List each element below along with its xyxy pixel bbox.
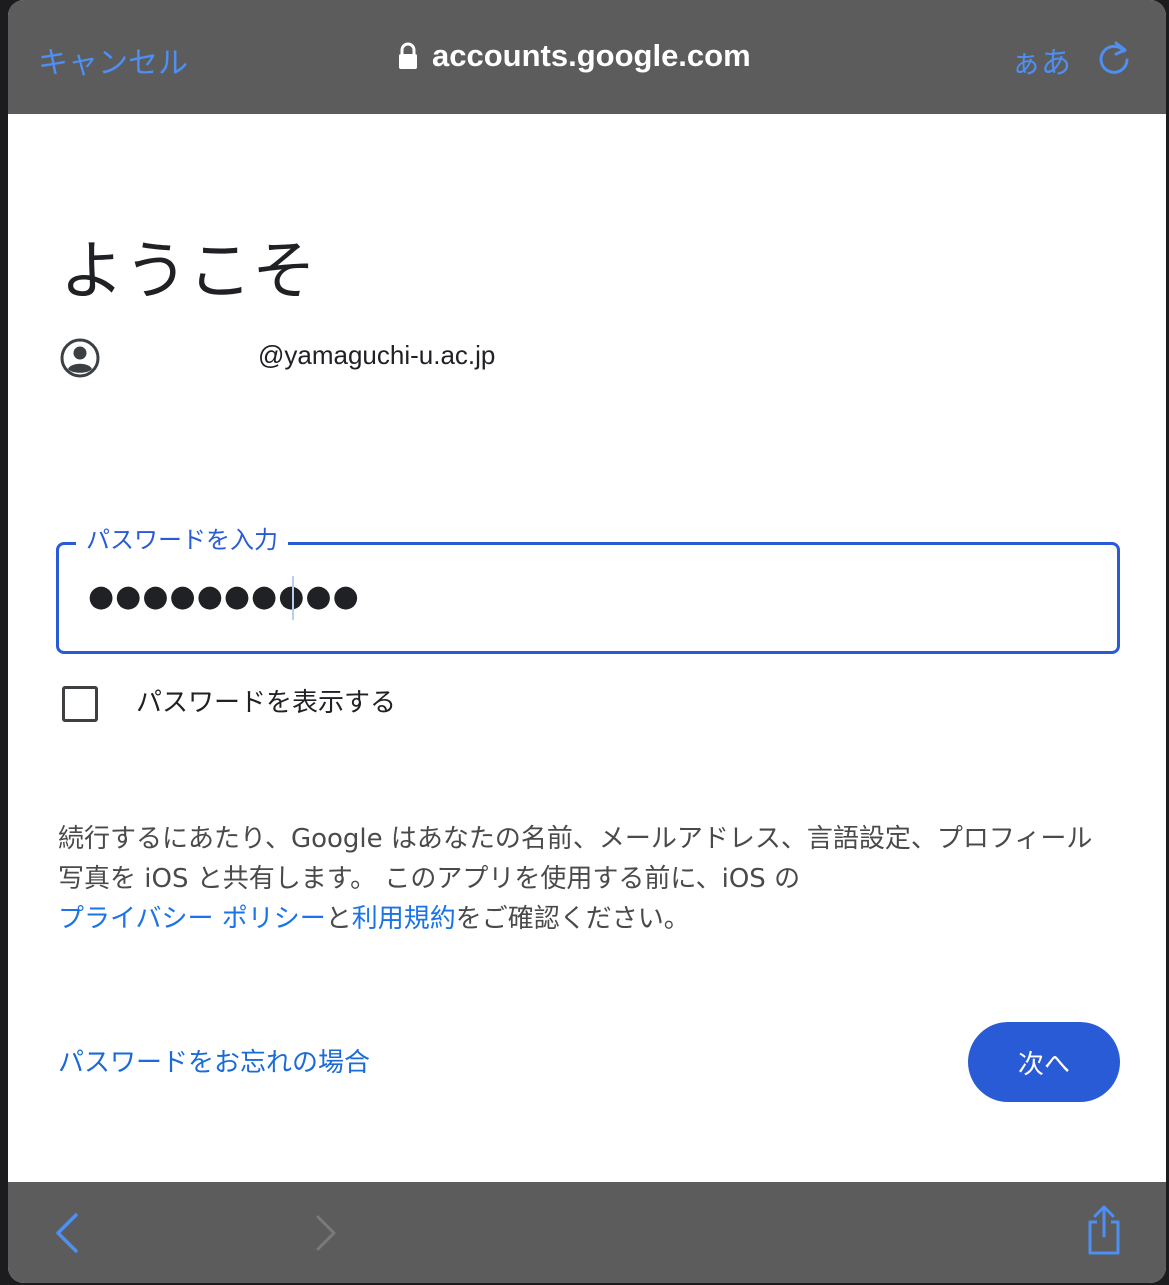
consent-disclaimer: 続行するにあたり、Google はあなたの名前、メールアドレス、言語設定、プロフ… bbox=[58, 819, 1118, 939]
browser-sheet: キャンセル accounts.google.com ぁあ ようこそ @yamag… bbox=[8, 0, 1166, 1283]
cancel-button[interactable]: キャンセル bbox=[38, 38, 188, 82]
show-password-checkbox[interactable] bbox=[62, 686, 98, 722]
url-text: accounts.google.com bbox=[432, 38, 751, 73]
show-password-label[interactable]: パスワードを表示する bbox=[136, 682, 396, 719]
password-value[interactable]: ●●●●●●●●●● bbox=[88, 579, 360, 614]
reload-icon[interactable] bbox=[1096, 40, 1132, 76]
text-size-button[interactable]: ぁあ bbox=[1011, 38, 1071, 82]
text-caret bbox=[292, 576, 294, 620]
next-button[interactable]: 次へ bbox=[968, 1022, 1120, 1102]
page-title: ようこそ bbox=[60, 235, 316, 309]
lock-icon bbox=[399, 42, 417, 69]
chevron-left-icon[interactable] bbox=[52, 1212, 82, 1254]
confirm-text: をご確認ください。 bbox=[455, 904, 690, 934]
chevron-right-icon bbox=[316, 1215, 336, 1251]
signin-page: ようこそ @yamaguchi-u.ac.jp パスワードを入力 ●●●●●●●… bbox=[8, 114, 1166, 1182]
browser-top-bar: キャンセル accounts.google.com ぁあ bbox=[8, 0, 1166, 114]
terms-link[interactable]: 利用規約 bbox=[352, 904, 456, 934]
account-circle-icon bbox=[60, 338, 100, 378]
address-bar[interactable]: accounts.google.com bbox=[398, 38, 751, 74]
and-text: と bbox=[325, 904, 352, 934]
share-icon[interactable] bbox=[1084, 1204, 1124, 1256]
disclaimer-text: 続行するにあたり、Google はあなたの名前、メールアドレス、言語設定、プロフ… bbox=[58, 824, 1093, 894]
privacy-policy-link[interactable]: プライバシー ポリシー bbox=[58, 904, 326, 934]
browser-bottom-bar bbox=[8, 1182, 1166, 1283]
password-field-label: パスワードを入力 bbox=[76, 520, 288, 555]
account-email[interactable]: @yamaguchi-u.ac.jp bbox=[258, 340, 495, 371]
forgot-password-link[interactable]: パスワードをお忘れの場合 bbox=[58, 1042, 370, 1079]
